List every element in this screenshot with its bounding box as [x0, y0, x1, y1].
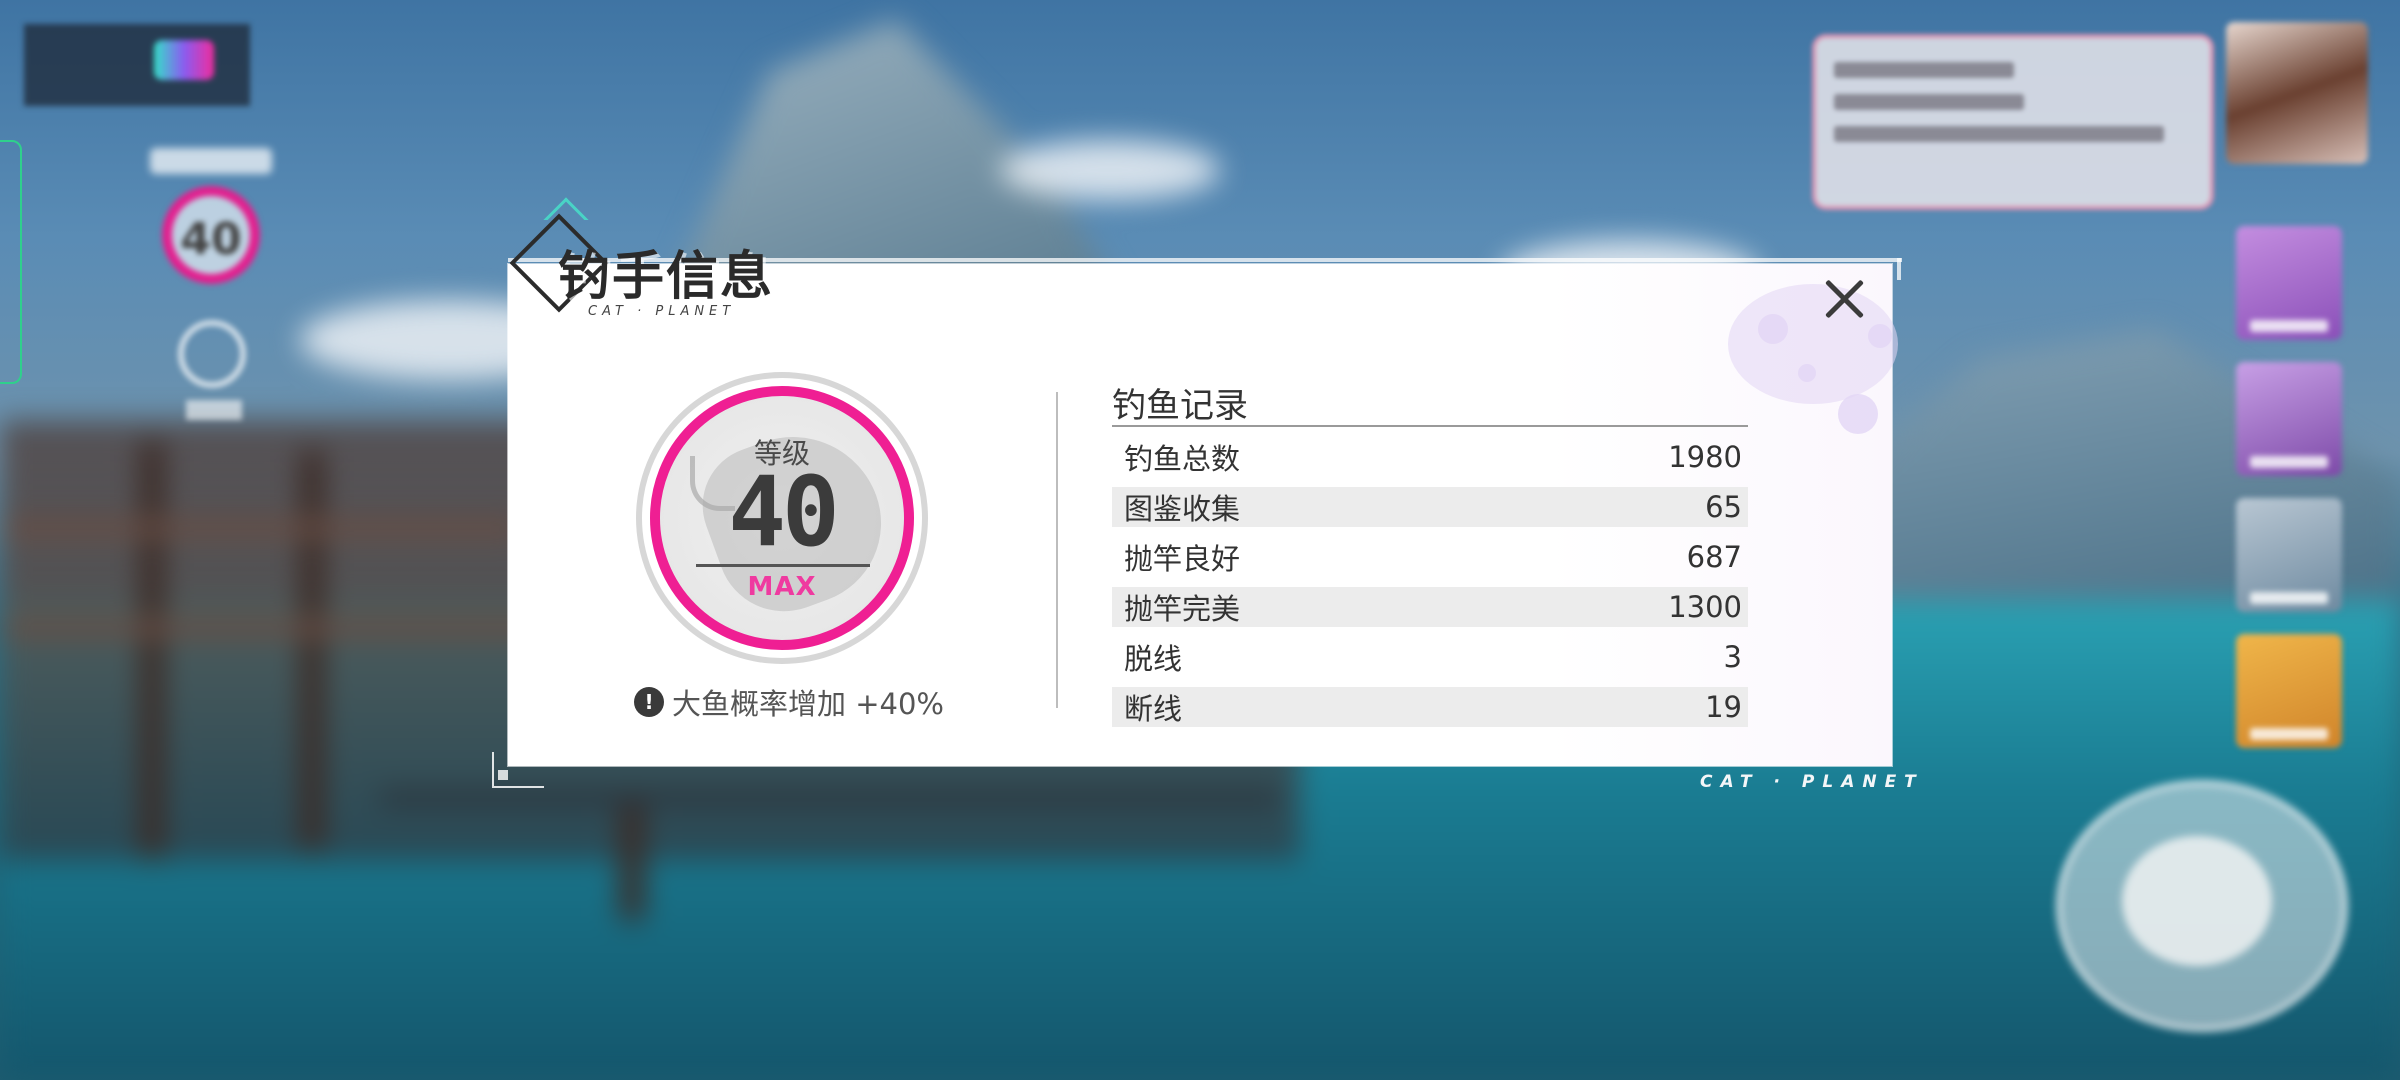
item-slot-reel[interactable] — [2236, 362, 2342, 476]
records-underline — [1112, 425, 1748, 427]
item-slot-rod[interactable] — [2236, 226, 2342, 340]
record-value: 1980 — [1668, 440, 1742, 474]
dock-rail — [0, 520, 520, 536]
cast-fish-button[interactable] — [2056, 780, 2348, 1032]
hud-secondary-label — [186, 400, 242, 420]
left-edge-tab[interactable] — [0, 140, 22, 384]
item-slot-bait[interactable] — [2236, 498, 2342, 612]
paint-splash — [1838, 394, 1878, 434]
hud-secondary-icon[interactable] — [178, 320, 246, 388]
modal-subtitle: CAT · PLANET — [588, 304, 736, 319]
record-label: 图鉴收集 — [1124, 492, 1241, 526]
record-value: 3 — [1723, 640, 1742, 674]
brand-watermark: CAT · PLANET — [1700, 772, 1924, 792]
character-portrait[interactable] — [2226, 22, 2368, 164]
record-row: 断线 19 — [1112, 687, 1748, 727]
hud-level-label — [150, 148, 272, 174]
modal-title-block: 钓手信息 CAT · PLANET — [509, 197, 806, 334]
buff-line — [1834, 94, 2024, 110]
paint-splash — [1798, 364, 1816, 382]
record-label: 钓鱼总数 — [1124, 442, 1241, 476]
hud-level-value: 40 — [180, 214, 242, 265]
record-row: 脱线 3 — [1112, 632, 1748, 682]
bonus-text: 大鱼概率增加 +40% — [672, 687, 944, 721]
game-screen: 40 钓手信息 CAT · PLANET 等级 40 MAX ! 大鱼概率增加 … — [0, 0, 2400, 1080]
paint-splash — [1868, 324, 1892, 348]
record-value: 687 — [1686, 540, 1742, 574]
records-title: 钓鱼记录 — [1112, 386, 1248, 426]
close-button[interactable] — [1816, 272, 1870, 326]
record-value: 65 — [1705, 490, 1742, 524]
records-table: 钓鱼总数 1980 图鉴收集 65 抛竿良好 687 抛竿完美 1300 脱线 … — [1112, 432, 1748, 732]
modal-frame-line — [1897, 258, 1901, 280]
background-cloud — [1000, 140, 1220, 200]
dock-post — [620, 800, 644, 920]
level-value: 40 — [728, 456, 840, 568]
record-row: 抛竿完美 1300 — [1112, 587, 1748, 627]
dock-post — [300, 450, 324, 850]
record-label: 抛竿良好 — [1124, 542, 1241, 576]
record-row: 图鉴收集 65 — [1112, 487, 1748, 527]
record-row: 抛竿良好 687 — [1112, 532, 1748, 582]
exclamation-icon: ! — [634, 687, 664, 717]
section-divider — [1056, 392, 1058, 708]
record-value: 1300 — [1668, 590, 1742, 624]
hud-logo-box — [24, 24, 250, 106]
level-rule — [696, 564, 870, 567]
record-label: 脱线 — [1124, 642, 1183, 676]
hud-level-button[interactable]: 40 — [162, 186, 260, 284]
item-slot-food[interactable] — [2236, 634, 2342, 748]
buff-panel — [1812, 34, 2214, 210]
dock-post — [140, 440, 164, 860]
buff-line — [1834, 62, 2014, 78]
record-label: 断线 — [1124, 692, 1183, 726]
level-max-tag: MAX — [747, 572, 817, 602]
modal-title: 钓手信息 — [558, 247, 775, 307]
paint-splash — [1758, 314, 1788, 344]
dock-rail — [380, 790, 1280, 806]
modal-corner-mark — [492, 752, 544, 788]
record-value: 19 — [1705, 690, 1742, 724]
record-label: 抛竿完美 — [1124, 592, 1241, 626]
dock-rail — [0, 620, 560, 636]
buff-line — [1834, 126, 2164, 142]
record-row: 钓鱼总数 1980 — [1112, 432, 1748, 482]
bonus-line: ! 大鱼概率增加 +40% — [634, 682, 944, 722]
